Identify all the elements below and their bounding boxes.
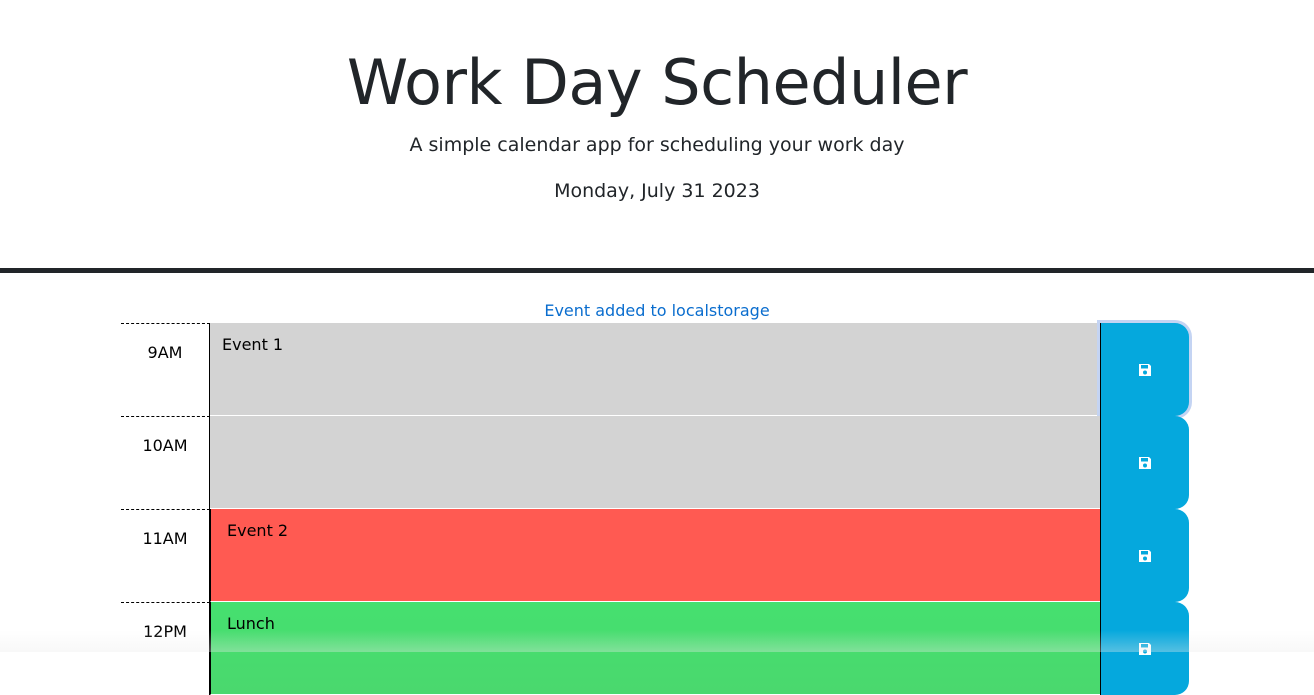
hour-label: 9AM [121,323,210,416]
time-block-9am: 9AM Event 1 [121,323,1189,416]
event-description-input[interactable] [210,416,1100,509]
floppy-disk-icon [1138,363,1152,377]
event-description-input[interactable]: Lunch [210,602,1100,695]
page-header: Work Day Scheduler A simple calendar app… [0,0,1314,273]
time-block-list: 9AM Event 1 10AM 11AM Event 2 12PM Lunch [121,323,1189,695]
page-subtitle: A simple calendar app for scheduling you… [409,134,905,156]
hour-label: 12PM [121,602,210,695]
event-description-input[interactable]: Event 1 [210,323,1100,416]
floppy-disk-icon [1138,642,1152,656]
save-button[interactable] [1100,416,1189,509]
hour-label: 10AM [121,416,210,509]
time-block-10am: 10AM [121,416,1189,509]
floppy-disk-icon [1138,456,1152,470]
save-button[interactable] [1100,323,1189,416]
event-description-input[interactable]: Event 2 [210,509,1100,602]
page-title: Work Day Scheduler [346,46,968,119]
hour-label: 11AM [121,509,210,602]
floppy-disk-icon [1138,549,1152,563]
current-day: Monday, July 31 2023 [554,180,760,202]
time-block-12pm: 12PM Lunch [121,602,1189,695]
save-button[interactable] [1100,602,1189,695]
time-block-11am: 11AM Event 2 [121,509,1189,602]
save-button[interactable] [1100,509,1189,602]
save-notice: Event added to localstorage [544,301,770,320]
